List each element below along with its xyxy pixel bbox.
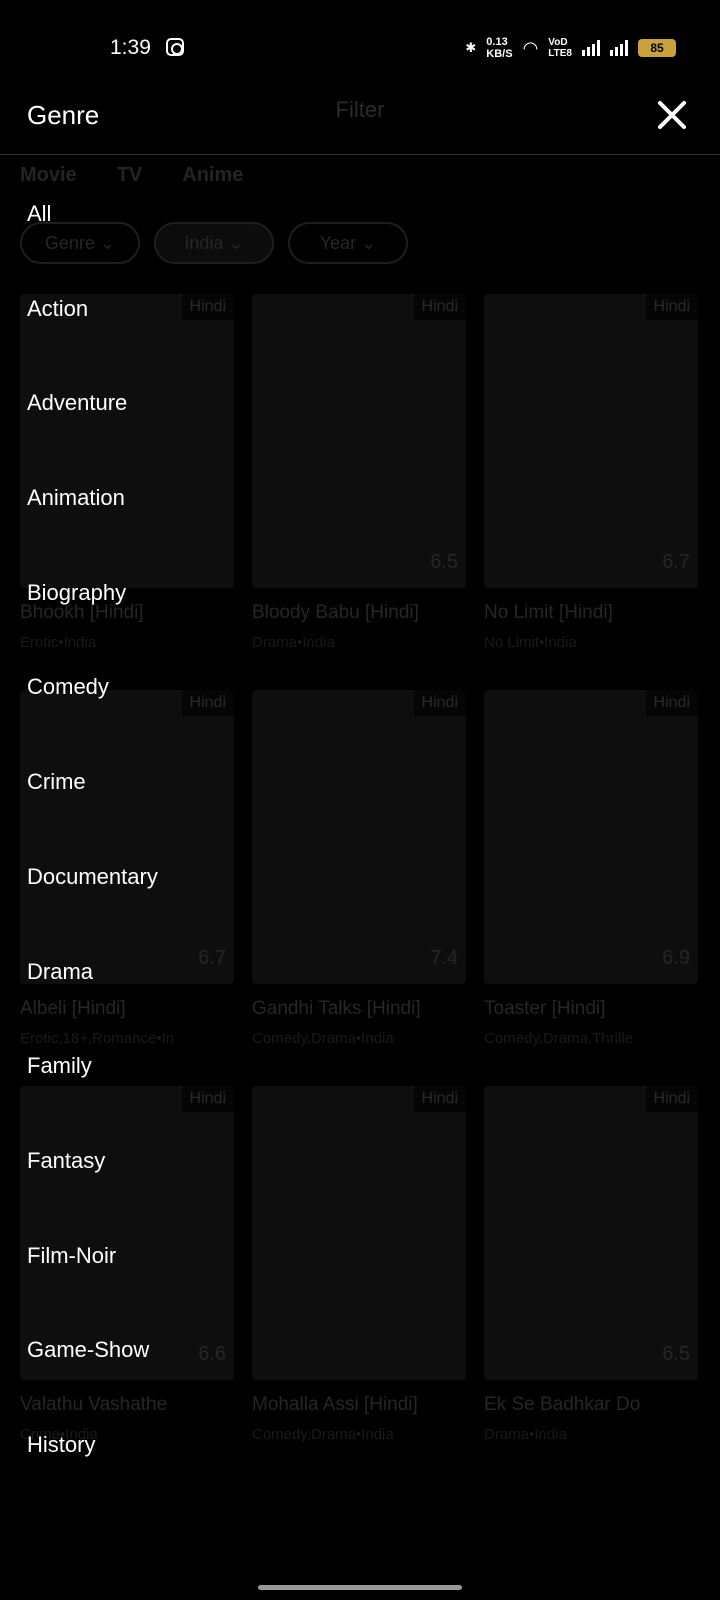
bluetooth-icon: ✱ bbox=[465, 40, 477, 55]
language-tag: Hindi bbox=[181, 294, 234, 320]
movie-subtitle: Drama•India bbox=[484, 1426, 567, 1443]
status-icons: ✱ 0.13 KB/S ◠ VoD LTE8 85 bbox=[465, 36, 676, 60]
battery-icon: 85 bbox=[638, 39, 676, 57]
movie-title: No Limit [Hindi] bbox=[484, 602, 613, 623]
movie-subtitle: Comedy,Drama,Thrille bbox=[484, 1030, 633, 1047]
language-tag: Hindi bbox=[181, 1086, 234, 1112]
rating: 6.6 bbox=[198, 1343, 226, 1365]
genre-option-documentary[interactable]: Documentary bbox=[27, 857, 158, 952]
tab-anime: Anime bbox=[182, 164, 244, 186]
genre-option-family[interactable]: Family bbox=[27, 1046, 158, 1141]
status-time: 1:39 bbox=[110, 36, 151, 59]
genre-list: All Action Adventure Animation Biography… bbox=[27, 194, 158, 1520]
rating: 6.5 bbox=[430, 551, 458, 573]
movie-card: Hindi 7.4 Gandhi Talks [Hindi] Comedy,Dra… bbox=[252, 690, 466, 1047]
movie-title: Gandhi Talks [Hindi] bbox=[252, 998, 421, 1019]
instagram-icon bbox=[166, 38, 184, 56]
close-icon[interactable] bbox=[654, 98, 690, 134]
language-tag: Hindi bbox=[181, 690, 234, 716]
movie-poster: Hindi bbox=[252, 1086, 466, 1380]
signal-icon bbox=[582, 40, 600, 56]
movie-title: Toaster [Hindi] bbox=[484, 998, 606, 1019]
movie-title: Mohalla Assi [Hindi] bbox=[252, 1394, 418, 1415]
genre-option-comedy[interactable]: Comedy bbox=[27, 667, 158, 762]
rating: 6.5 bbox=[662, 1343, 690, 1365]
rating: 7.4 bbox=[430, 947, 458, 969]
home-indicator[interactable] bbox=[258, 1585, 462, 1590]
rating: 6.9 bbox=[662, 947, 690, 969]
language-tag: Hindi bbox=[413, 1086, 466, 1112]
movie-title: Bloody Babu [Hindi] bbox=[252, 602, 419, 623]
genre-option-biography[interactable]: Biography bbox=[27, 573, 158, 668]
genre-option-drama[interactable]: Drama bbox=[27, 952, 158, 1047]
movie-poster: Hindi 6.7 bbox=[484, 294, 698, 588]
genre-option-crime[interactable]: Crime bbox=[27, 762, 158, 857]
genre-option-film-noir[interactable]: Film-Noir bbox=[27, 1236, 158, 1331]
chip-year: Year ⌄ bbox=[288, 222, 408, 264]
genre-option-fantasy[interactable]: Fantasy bbox=[27, 1141, 158, 1236]
movie-subtitle: Comedy,Drama•India bbox=[252, 1426, 394, 1443]
chip-region: India ⌄ bbox=[154, 222, 274, 264]
movie-card: Hindi Mohalla Assi [Hindi] Comedy,Drama•… bbox=[252, 1086, 466, 1443]
genre-option-action[interactable]: Action bbox=[27, 289, 158, 384]
genre-drawer-header: Genre bbox=[0, 96, 720, 156]
drawer-title: Genre bbox=[27, 100, 100, 130]
movie-card: Hindi 6.5 Bloody Babu [Hindi] Drama•India bbox=[252, 294, 466, 651]
category-tabs: Movie TV Anime bbox=[20, 164, 243, 187]
movie-subtitle: Comedy,Drama•India bbox=[252, 1030, 394, 1047]
movie-card: Hindi 6.5 Ek Se Badhkar Do Drama•India bbox=[484, 1086, 698, 1443]
genre-option-all[interactable]: All bbox=[27, 194, 158, 289]
rating: 6.7 bbox=[198, 947, 226, 969]
genre-option-history[interactable]: History bbox=[27, 1425, 158, 1520]
net-speed: 0.13 KB/S bbox=[486, 36, 513, 60]
tab-tv: TV bbox=[116, 164, 143, 186]
tab-movie: Movie bbox=[20, 164, 77, 186]
movie-poster: Hindi 6.9 bbox=[484, 690, 698, 984]
genre-option-game-show[interactable]: Game-Show bbox=[27, 1330, 158, 1425]
movie-subtitle: Drama•India bbox=[252, 634, 335, 651]
movie-card: Hindi 6.7 No Limit [Hindi] No Limit•India bbox=[484, 294, 698, 651]
movie-card: Hindi 6.9 Toaster [Hindi] Comedy,Drama,Th… bbox=[484, 690, 698, 1047]
status-bar: 1:39 ✱ 0.13 KB/S ◠ VoD LTE8 85 bbox=[0, 0, 720, 96]
genre-option-animation[interactable]: Animation bbox=[27, 478, 158, 573]
wifi-icon: ◠ bbox=[522, 37, 539, 58]
movie-poster: Hindi 6.5 bbox=[252, 294, 466, 588]
vod-lte: VoD LTE8 bbox=[548, 37, 572, 59]
movie-poster: Hindi 6.5 bbox=[484, 1086, 698, 1380]
movie-title: Ek Se Badhkar Do bbox=[484, 1394, 641, 1415]
chevron-down-icon: ⌄ bbox=[361, 232, 377, 253]
language-tag: Hindi bbox=[413, 294, 466, 320]
language-tag: Hindi bbox=[645, 690, 698, 716]
language-tag: Hindi bbox=[645, 1086, 698, 1112]
movie-subtitle: No Limit•India bbox=[484, 634, 577, 651]
rating: 6.7 bbox=[662, 551, 690, 573]
genre-option-adventure[interactable]: Adventure bbox=[27, 383, 158, 478]
language-tag: Hindi bbox=[645, 294, 698, 320]
language-tag: Hindi bbox=[413, 690, 466, 716]
signal-icon bbox=[610, 40, 628, 56]
chevron-down-icon: ⌄ bbox=[228, 232, 244, 253]
movie-poster: Hindi 7.4 bbox=[252, 690, 466, 984]
